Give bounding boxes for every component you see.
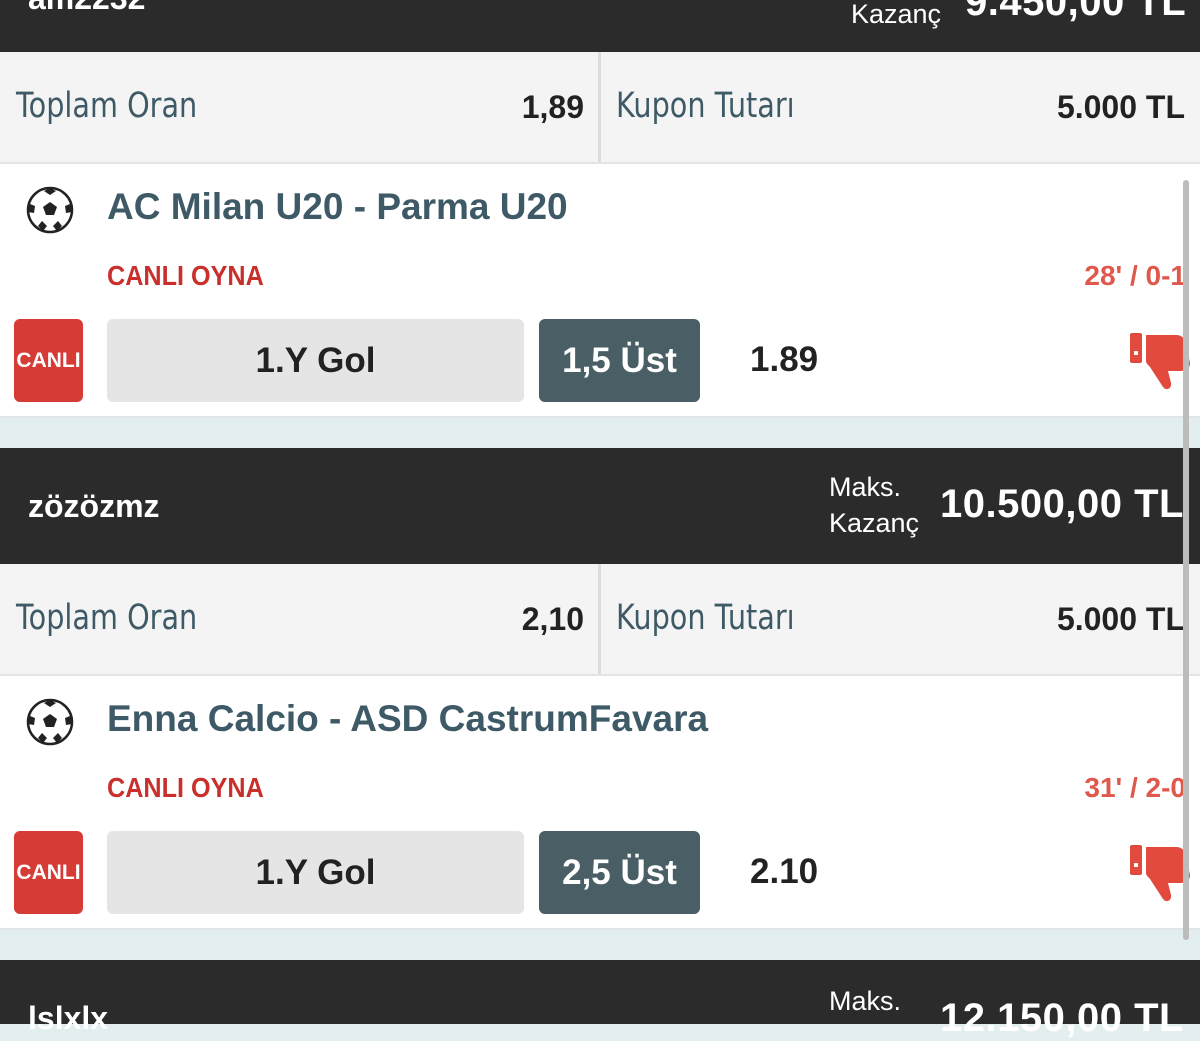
match-title[interactable]: Enna Calcio - ASD CastrumFavara <box>107 698 708 740</box>
max-win-value: 9.450,00 TL <box>965 0 1187 24</box>
total-odds-label: Toplam Oran <box>16 86 198 126</box>
play-live-link[interactable]: CANLI OYNA <box>107 260 264 292</box>
summary-divider <box>598 52 601 162</box>
max-win-label-1: Maks. <box>829 986 902 1016</box>
username: zözözmz <box>28 488 160 524</box>
odd-value: 2.10 <box>750 852 819 891</box>
username: lslxlx <box>28 1000 109 1036</box>
odd-value: 1.89 <box>750 340 819 379</box>
username: am2232 <box>28 0 145 17</box>
max-win-value: 12.150,00 TL <box>940 996 1184 1040</box>
coupon-amount-value: 5.000 TL <box>1056 601 1185 637</box>
coupon-summary: Toplam Oran 1,89 Kupon Tutarı 5.000 TL <box>0 52 1200 164</box>
live-badge: CANLI <box>14 831 83 914</box>
selected-pick: 2,5 Üst <box>539 831 700 914</box>
total-odds-label: Toplam Oran <box>16 598 198 638</box>
soccer-ball-icon <box>26 698 74 746</box>
market-name: 1.Y Gol <box>107 319 524 402</box>
match-title[interactable]: AC Milan U20 - Parma U20 <box>107 186 568 228</box>
total-odds-value: 1,89 <box>521 89 584 125</box>
max-win-label: Kazanç <box>851 0 942 29</box>
coupon-header: am2232 Kazanç 9.450,00 TL <box>0 0 1200 52</box>
coupon-header: lslxlx Maks. 12.150,00 TL <box>0 960 1200 1040</box>
match-card[interactable]: AC Milan U20 - Parma U20 CANLI OYNA 28' … <box>0 164 1200 418</box>
live-score: 31' / 2-0 <box>1084 772 1186 803</box>
match-card[interactable]: Enna Calcio - ASD CastrumFavara CANLI OY… <box>0 676 1200 930</box>
scrollbar[interactable] <box>1183 180 1189 940</box>
max-win-value: 10.500,00 TL <box>940 482 1184 526</box>
live-score: 28' / 0-1 <box>1084 260 1186 291</box>
coupon-amount-label: Kupon Tutarı <box>616 86 795 126</box>
coupon-amount-label: Kupon Tutarı <box>616 598 795 638</box>
soccer-ball-icon <box>26 186 74 234</box>
coupon-header: zözözmz Maks. Kazanç 10.500,00 TL <box>0 448 1200 564</box>
market-name: 1.Y Gol <box>107 831 524 914</box>
play-live-link[interactable]: CANLI OYNA <box>107 772 264 804</box>
coupon-amount-value: 5.000 TL <box>1056 89 1185 125</box>
selected-pick: 1,5 Üst <box>539 319 700 402</box>
max-win-label-2: Kazanç <box>829 508 920 538</box>
max-win-label-1: Maks. <box>829 472 902 502</box>
summary-divider <box>598 564 601 674</box>
coupon-summary: Toplam Oran 2,10 Kupon Tutarı 5.000 TL <box>0 564 1200 676</box>
total-odds-value: 2,10 <box>521 601 584 637</box>
live-badge: CANLI <box>14 319 83 402</box>
